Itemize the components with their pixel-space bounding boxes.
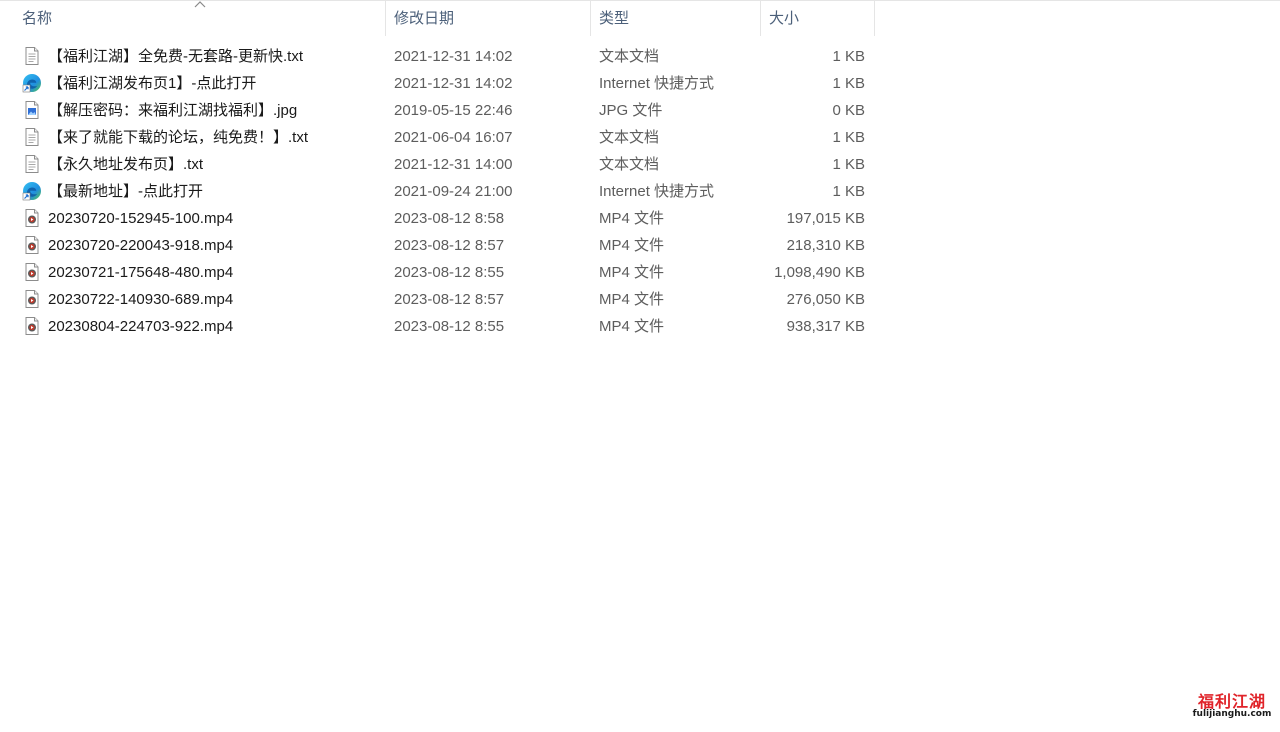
file-modified-date: 2021-12-31 14:02 <box>394 75 513 92</box>
file-modified-date: 2021-06-04 16:07 <box>394 129 513 146</box>
file-type: MP4 文件 <box>599 291 665 308</box>
file-explorer-window: 名称 修改日期 类型 大小 【福利江湖】全免费-无套路-更新快.txt 2021-… <box>0 0 1280 732</box>
edge-shortcut-icon <box>22 181 42 201</box>
file-name: 20230721-175648-480.mp4 <box>48 264 234 281</box>
file-row[interactable]: 【福利江湖发布页1】-点此打开 2021-12-31 14:02 Internet … <box>0 70 880 97</box>
file-name: 【最新地址】-点此打开 <box>48 183 203 200</box>
watermark-url: fulijianghu.com <box>1192 709 1272 719</box>
video-file-icon <box>22 235 42 255</box>
file-type: Internet 快捷方式 <box>599 183 715 200</box>
file-size: 1 KB <box>832 129 865 146</box>
column-header-type[interactable]: 类型 <box>591 1 761 36</box>
file-type: MP4 文件 <box>599 318 665 335</box>
text-file-icon <box>22 46 42 66</box>
file-name: 20230804-224703-922.mp4 <box>48 318 234 335</box>
file-size: 1 KB <box>832 75 865 92</box>
file-row[interactable]: 20230721-175648-480.mp4 2023-08-12 8:55 MP… <box>0 259 880 286</box>
file-name: 【解压密码：来福利江湖找福利】.jpg <box>48 102 298 119</box>
file-row[interactable]: 【福利江湖】全免费-无套路-更新快.txt 2021-12-31 14:02 文本文… <box>0 43 880 70</box>
file-size: 1,098,490 KB <box>774 264 865 281</box>
file-modified-date: 2021-12-31 14:02 <box>394 48 513 65</box>
file-row[interactable]: 【永久地址发布页】.txt 2021-12-31 14:00 文本文档 1 KB <box>0 151 880 178</box>
text-file-icon <box>22 154 42 174</box>
file-type: 文本文档 <box>599 156 660 173</box>
file-size: 0 KB <box>832 102 865 119</box>
watermark-logo: 福利江湖 fulijianghu.com <box>1192 688 1272 722</box>
file-name: 20230722-140930-689.mp4 <box>48 291 234 308</box>
file-row[interactable]: 20230720-220043-918.mp4 2023-08-12 8:57 MP… <box>0 232 880 259</box>
file-modified-date: 2023-08-12 8:55 <box>394 318 505 335</box>
file-size: 276,050 KB <box>786 291 865 308</box>
file-row[interactable]: 20230720-152945-100.mp4 2023-08-12 8:58 MP… <box>0 205 880 232</box>
chevron-up-icon <box>194 1 206 8</box>
file-size: 1 KB <box>832 48 865 65</box>
video-file-icon <box>22 262 42 282</box>
file-modified-date: 2023-08-12 8:57 <box>394 237 505 254</box>
file-modified-date: 2023-08-12 8:57 <box>394 291 505 308</box>
file-type: MP4 文件 <box>599 237 665 254</box>
file-type: 文本文档 <box>599 129 660 146</box>
file-size: 1 KB <box>832 156 865 173</box>
file-size: 1 KB <box>832 183 865 200</box>
file-row[interactable]: 【解压密码：来福利江湖找福利】.jpg 2019-05-15 22:46 JPG 文… <box>0 97 880 124</box>
column-header-size[interactable]: 大小 <box>761 1 875 36</box>
video-file-icon <box>22 208 42 228</box>
file-size: 197,015 KB <box>786 210 865 227</box>
text-file-icon <box>22 127 42 147</box>
file-row[interactable]: 20230804-224703-922.mp4 2023-08-12 8:55 MP… <box>0 313 880 340</box>
image-file-icon <box>22 100 42 120</box>
file-modified-date: 2023-08-12 8:58 <box>394 210 505 227</box>
file-modified-date: 2021-09-24 21:00 <box>394 183 513 200</box>
file-list: 【福利江湖】全免费-无套路-更新快.txt 2021-12-31 14:02 文本文… <box>0 43 1280 340</box>
file-name: 【永久地址发布页】.txt <box>48 156 204 173</box>
file-modified-date: 2023-08-12 8:55 <box>394 264 505 281</box>
file-name: 【福利江湖】全免费-无套路-更新快.txt <box>48 48 303 65</box>
video-file-icon <box>22 289 42 309</box>
file-type: MP4 文件 <box>599 264 665 281</box>
file-type: Internet 快捷方式 <box>599 75 715 92</box>
file-name: 【来了就能下载的论坛，纯免费！】.txt <box>48 129 309 146</box>
file-row[interactable]: 【最新地址】-点此打开 2021-09-24 21:00 Internet 快捷方式… <box>0 178 880 205</box>
file-type: MP4 文件 <box>599 210 665 227</box>
edge-shortcut-icon <box>22 73 42 93</box>
file-name: 【福利江湖发布页1】-点此打开 <box>48 75 257 92</box>
column-header-bar: 名称 修改日期 类型 大小 <box>0 1 1280 36</box>
file-row[interactable]: 20230722-140930-689.mp4 2023-08-12 8:57 MP… <box>0 286 880 313</box>
file-modified-date: 2021-12-31 14:00 <box>394 156 513 173</box>
file-row[interactable]: 【来了就能下载的论坛，纯免费！】.txt 2021-06-04 16:07 文本文档… <box>0 124 880 151</box>
file-size: 938,317 KB <box>786 318 865 335</box>
column-header-date[interactable]: 修改日期 <box>386 1 591 36</box>
file-name: 20230720-220043-918.mp4 <box>48 237 234 254</box>
file-modified-date: 2019-05-15 22:46 <box>394 102 513 119</box>
file-size: 218,310 KB <box>786 237 865 254</box>
video-file-icon <box>22 316 42 336</box>
file-name: 20230720-152945-100.mp4 <box>48 210 234 227</box>
file-type: 文本文档 <box>599 48 660 65</box>
file-type: JPG 文件 <box>599 102 663 119</box>
